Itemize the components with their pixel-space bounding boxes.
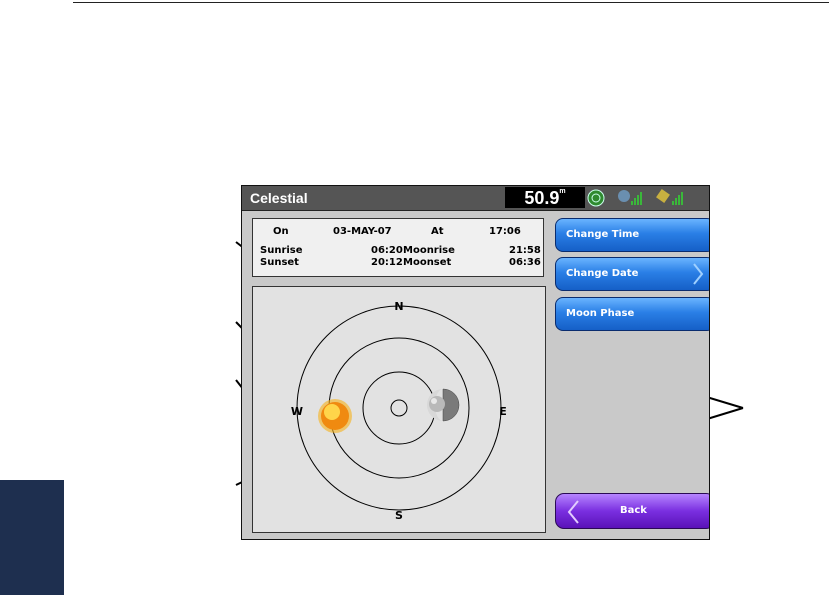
change-date-button[interactable]: Change Date — [555, 257, 709, 291]
sunrise-label: Sunrise — [260, 245, 303, 256]
gps-signal-icon — [618, 190, 642, 205]
moon-phase-button[interactable]: Moon Phase — [555, 297, 709, 331]
north-label: N — [394, 300, 403, 313]
title-bar: Celestial 50.9m — [242, 186, 709, 211]
chevron-right-icon — [693, 263, 704, 285]
back-label: Back — [620, 505, 647, 516]
sunset-value: 20:12 — [371, 257, 403, 268]
celestial-screen: Celestial 50.9m On 03-MAY-07 At 17:06 Su… — [241, 185, 710, 540]
date-value: 03-MAY-07 — [333, 226, 392, 237]
satellite-signal-icon — [656, 189, 683, 205]
on-label: On — [273, 226, 289, 237]
depth-unit: m — [559, 188, 566, 195]
change-date-label: Change Date — [566, 268, 639, 279]
sky-view-panel: N S E W — [252, 286, 546, 533]
sun-moon-times-panel: On 03-MAY-07 At 17:06 Sunrise 06:20 Moon… — [252, 218, 544, 277]
moon-icon — [427, 388, 460, 422]
change-time-button[interactable]: Change Time — [555, 218, 709, 252]
moonset-value: 06:36 — [509, 257, 541, 268]
altitude-ring-60 — [362, 371, 436, 445]
depth-value: 50.9 — [524, 188, 560, 208]
depth-readout: 50.9m — [505, 187, 585, 208]
change-time-label: Change Time — [566, 229, 640, 240]
east-label: E — [499, 405, 507, 418]
sky-chart: N S E W — [291, 300, 507, 522]
moonset-label: Moonset — [403, 257, 452, 268]
moonrise-label: Moonrise — [403, 245, 455, 256]
time-value: 17:06 — [489, 226, 521, 237]
zenith-marker — [390, 399, 408, 417]
status-icons — [587, 189, 683, 207]
at-label: At — [431, 226, 444, 237]
back-button[interactable]: Back — [555, 493, 709, 529]
south-label: S — [395, 509, 403, 522]
sun-icon — [318, 399, 352, 433]
moonrise-value: 21:58 — [509, 245, 541, 256]
moon-phase-label: Moon Phase — [566, 308, 635, 319]
sonar-icon — [587, 189, 605, 207]
sunset-label: Sunset — [260, 257, 299, 268]
sunrise-value: 06:20 — [371, 245, 403, 256]
screen-title: Celestial — [250, 190, 308, 206]
west-label: W — [291, 405, 303, 418]
chevron-left-icon — [567, 500, 579, 524]
